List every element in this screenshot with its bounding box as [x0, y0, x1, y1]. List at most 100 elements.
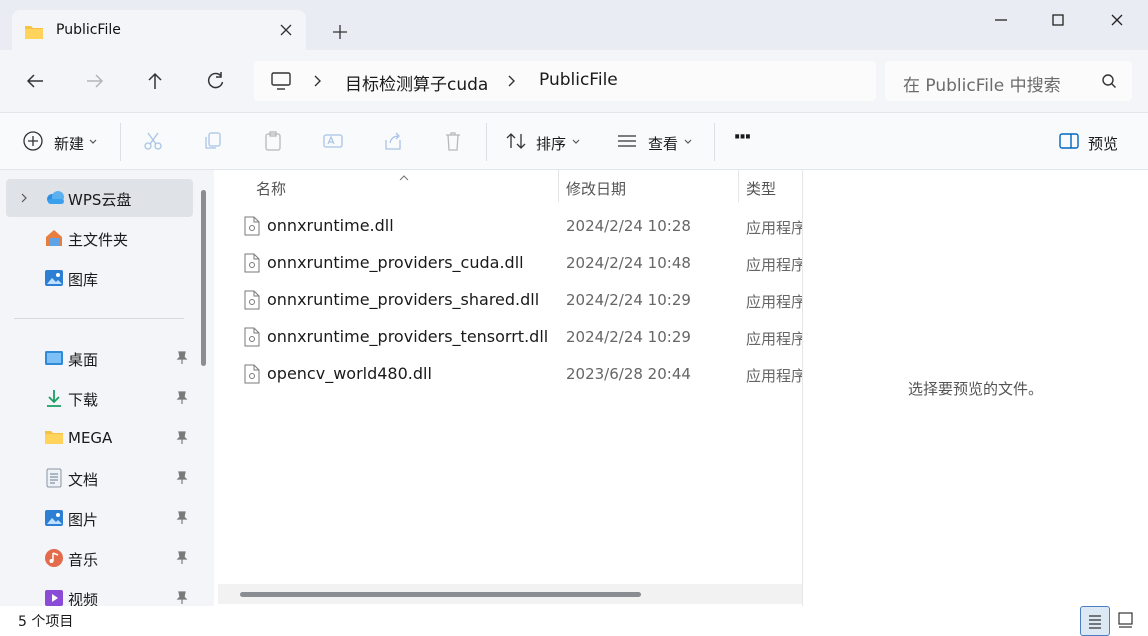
- chevron-down-icon[interactable]: [571, 135, 581, 159]
- close-window-icon[interactable]: [1105, 8, 1129, 32]
- preview-button[interactable]: 预览: [1088, 133, 1118, 154]
- up-icon[interactable]: [144, 70, 166, 92]
- sidebar-item-pictures[interactable]: 图片: [6, 499, 193, 537]
- sort-icon[interactable]: [505, 130, 527, 154]
- sidebar-item-mega[interactable]: MEGA: [6, 419, 193, 457]
- navigation-pane: WPS云盘 主文件夹 图库 桌面 下载 MEGA 文档 图片 音乐 视频: [0, 170, 214, 606]
- table-row[interactable]: onnxruntime.dll 2024/2/24 10:28 应用程序扩展: [218, 208, 802, 245]
- search-input[interactable]: 在 PublicFile 中搜索: [885, 61, 1132, 101]
- view-icon[interactable]: [616, 130, 638, 154]
- paste-icon[interactable]: [262, 130, 284, 154]
- pin-icon[interactable]: [176, 591, 188, 606]
- share-icon[interactable]: [382, 130, 404, 154]
- sidebar-item-label: 图库: [68, 271, 99, 289]
- divider: [486, 123, 487, 161]
- close-tab-icon[interactable]: [276, 20, 296, 40]
- dll-file-icon: [244, 253, 260, 277]
- sidebar-item-gallery[interactable]: 图库: [6, 259, 193, 297]
- table-row[interactable]: onnxruntime_providers_cuda.dll 2024/2/24…: [218, 245, 802, 282]
- table-row[interactable]: onnxruntime_providers_shared.dll 2024/2/…: [218, 282, 802, 319]
- address-bar[interactable]: 目标检测算子cuda PublicFile: [254, 61, 876, 101]
- file-modified: 2024/2/24 10:29: [566, 328, 691, 346]
- search-placeholder: 在 PublicFile 中搜索: [903, 76, 1061, 96]
- column-header-type[interactable]: 类型: [746, 178, 776, 199]
- music-icon: [44, 548, 64, 568]
- more-options-button[interactable]: ···: [733, 125, 752, 150]
- file-type: 应用程序扩展: [746, 367, 802, 385]
- search-icon[interactable]: [1101, 73, 1117, 93]
- command-bar: 新建 排序 查看 ··· 预览: [0, 112, 1148, 170]
- column-divider[interactable]: [558, 170, 559, 202]
- pin-icon[interactable]: [176, 471, 188, 489]
- sidebar-item-label: 下载: [68, 391, 99, 409]
- rename-icon[interactable]: [322, 130, 344, 154]
- dll-file-icon: [244, 327, 260, 351]
- table-row[interactable]: onnxruntime_providers_tensorrt.dll 2024/…: [218, 319, 802, 356]
- maximize-icon[interactable]: [1046, 8, 1070, 32]
- new-icon[interactable]: [22, 130, 44, 154]
- preview-pane-icon[interactable]: [1058, 130, 1080, 154]
- sort-button[interactable]: 排序: [536, 133, 566, 154]
- sidebar-item-label: 图片: [68, 511, 99, 529]
- delete-icon[interactable]: [442, 130, 464, 154]
- details-view-icon[interactable]: [1080, 606, 1110, 636]
- pin-icon[interactable]: [176, 551, 188, 569]
- file-name: onnxruntime_providers_tensorrt.dll: [267, 327, 549, 346]
- preview-pane: 选择要预览的文件。: [802, 170, 1148, 606]
- sidebar-item-desktop[interactable]: 桌面: [6, 339, 193, 377]
- divider: [714, 123, 715, 161]
- back-icon[interactable]: [24, 70, 46, 92]
- pin-icon[interactable]: [176, 391, 188, 409]
- breadcrumb-segment[interactable]: 目标检测算子cuda: [345, 70, 488, 95]
- sidebar-scrollbar[interactable]: [201, 190, 206, 366]
- sort-ascending-icon: [398, 170, 410, 186]
- minimize-icon[interactable]: [989, 8, 1013, 32]
- chevron-right-icon[interactable]: [506, 71, 518, 91]
- file-modified: 2023/6/28 20:44: [566, 365, 691, 383]
- breadcrumb-segment[interactable]: PublicFile: [539, 70, 618, 90]
- preview-empty-message: 选择要预览的文件。: [908, 380, 1044, 398]
- file-name: onnxruntime_providers_cuda.dll: [267, 253, 524, 272]
- file-modified: 2024/2/24 10:29: [566, 291, 691, 309]
- folder-icon: [44, 428, 64, 448]
- chevron-right-icon[interactable]: [312, 71, 324, 91]
- sidebar-item-videos[interactable]: 视频: [6, 579, 193, 606]
- view-button[interactable]: 查看: [648, 133, 678, 154]
- sidebar-item-downloads[interactable]: 下载: [6, 379, 193, 417]
- forward-icon[interactable]: [84, 70, 106, 92]
- sidebar-item-wps-cloud[interactable]: WPS云盘: [6, 179, 193, 217]
- scrollbar-thumb[interactable]: [240, 592, 641, 597]
- table-row[interactable]: opencv_world480.dll 2023/6/28 20:44 应用程序…: [218, 356, 802, 393]
- title-bar: PublicFile: [0, 0, 1148, 51]
- computer-icon[interactable]: [270, 71, 292, 95]
- file-modified: 2024/2/24 10:48: [566, 254, 691, 272]
- pin-icon[interactable]: [176, 431, 188, 449]
- sidebar-item-label: 桌面: [68, 351, 99, 369]
- address-row: 目标检测算子cuda PublicFile 在 PublicFile 中搜索: [0, 50, 1148, 112]
- chevron-down-icon[interactable]: [683, 135, 693, 159]
- column-divider[interactable]: [738, 170, 739, 202]
- copy-icon[interactable]: [202, 130, 224, 154]
- column-header-modified[interactable]: 修改日期: [566, 178, 626, 199]
- document-icon: [44, 468, 64, 488]
- column-header-name[interactable]: 名称: [256, 178, 286, 199]
- sidebar-item-home[interactable]: 主文件夹: [6, 219, 193, 257]
- pin-icon[interactable]: [176, 351, 188, 369]
- new-tab-icon[interactable]: [330, 22, 350, 42]
- file-type: 应用程序扩展: [746, 256, 802, 274]
- sidebar-item-music[interactable]: 音乐: [6, 539, 193, 577]
- file-type: 应用程序扩展: [746, 219, 802, 237]
- horizontal-scrollbar[interactable]: [218, 584, 802, 604]
- sidebar-item-label: WPS云盘: [68, 191, 132, 209]
- chevron-down-icon[interactable]: [88, 135, 98, 159]
- file-modified: 2024/2/24 10:28: [566, 217, 691, 235]
- cloud-icon: [44, 188, 64, 208]
- sidebar-item-documents[interactable]: 文档: [6, 459, 193, 497]
- tiles-view-icon[interactable]: [1112, 606, 1142, 636]
- tab-publicfile[interactable]: PublicFile: [12, 10, 306, 51]
- pin-icon[interactable]: [176, 511, 188, 529]
- chevron-right-icon[interactable]: [18, 191, 30, 209]
- cut-icon[interactable]: [142, 130, 164, 154]
- new-button[interactable]: 新建: [54, 133, 84, 154]
- refresh-icon[interactable]: [204, 70, 226, 92]
